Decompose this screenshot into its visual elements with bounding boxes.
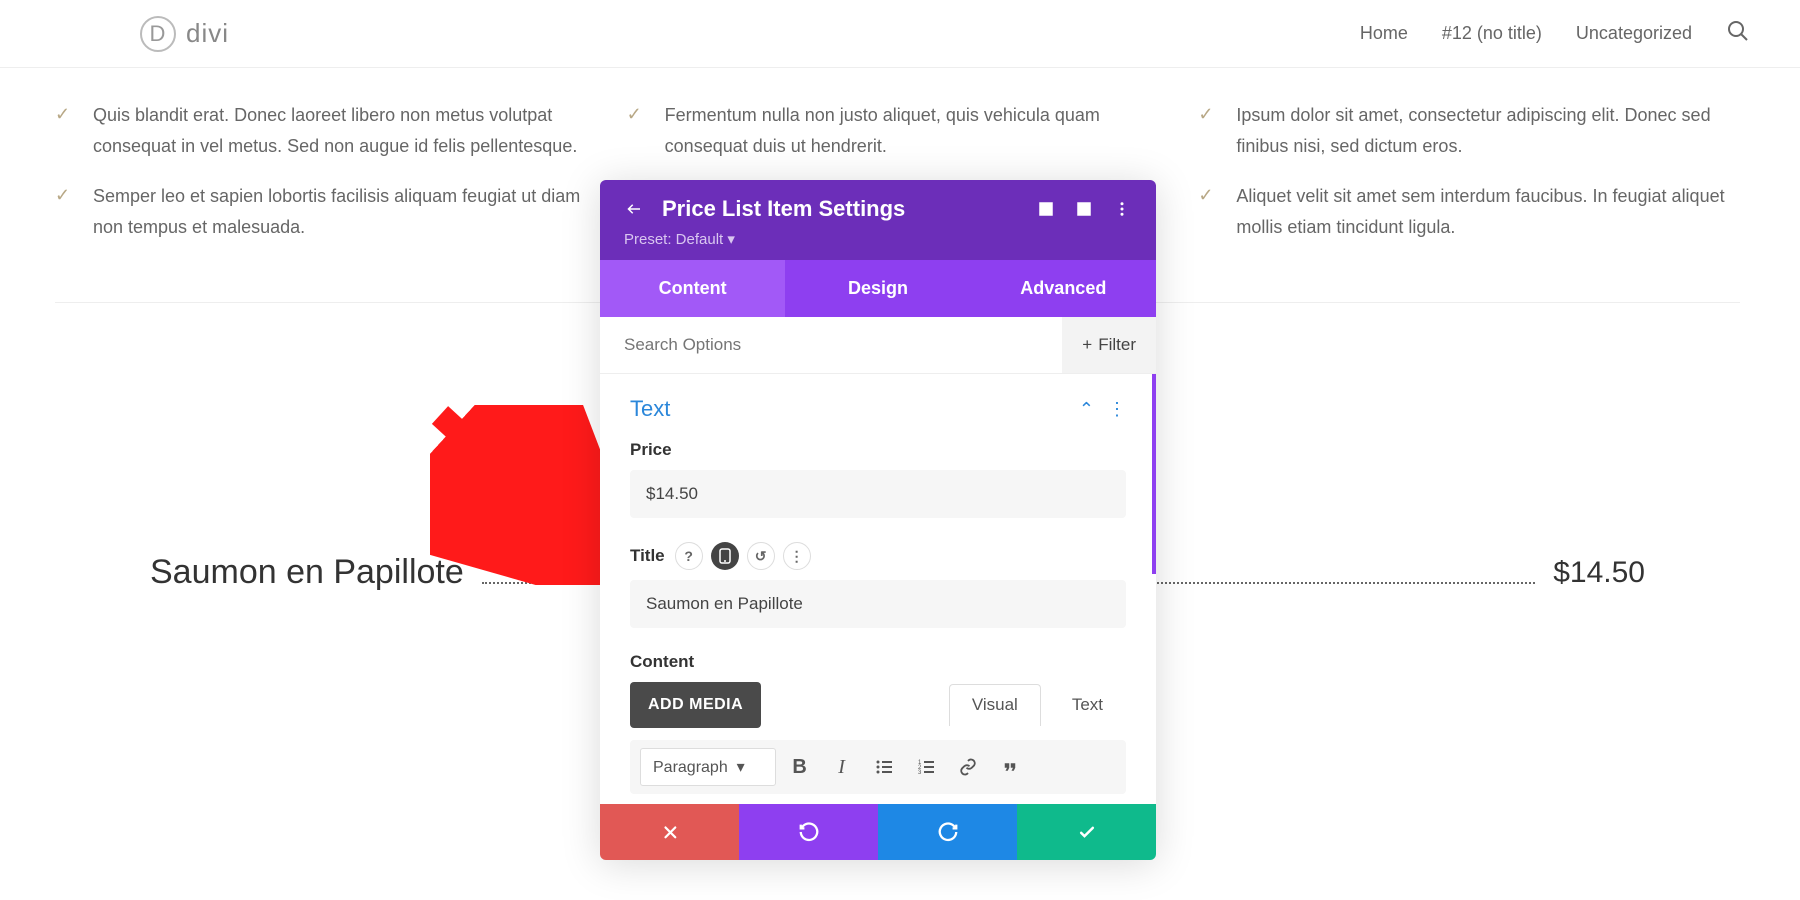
list-item: ✓ Ipsum dolor sit amet, consectetur adip…	[1198, 100, 1740, 161]
check-icon: ✓	[55, 104, 75, 161]
snap-icon[interactable]	[1074, 199, 1094, 219]
price-input[interactable]	[630, 470, 1126, 518]
annotation-arrow	[430, 405, 610, 590]
modal-footer	[600, 804, 1156, 860]
save-button[interactable]	[1017, 804, 1156, 860]
check-icon: ✓	[1198, 104, 1218, 161]
tab-design[interactable]: Design	[785, 260, 970, 317]
back-icon[interactable]	[624, 199, 644, 219]
format-value: Paragraph	[653, 759, 728, 776]
modal-tabs: Content Design Advanced	[600, 260, 1156, 317]
preset-selector[interactable]: Preset: Default ▾	[624, 230, 1132, 248]
feature-col-1: ✓ Quis blandit erat. Donec laoreet liber…	[55, 100, 597, 262]
add-media-button[interactable]: ADD MEDIA	[630, 682, 761, 728]
nav-item-12[interactable]: #12 (no title)	[1442, 23, 1542, 44]
list-item: ✓ Aliquet velit sit amet sem interdum fa…	[1198, 181, 1740, 242]
primary-nav: Home #12 (no title) Uncategorized	[1360, 19, 1750, 48]
format-select[interactable]: Paragraph ▾	[640, 748, 776, 786]
title-input[interactable]	[630, 580, 1126, 628]
list-item: ✓ Quis blandit erat. Donec laoreet liber…	[55, 100, 597, 161]
feature-text: Aliquet velit sit amet sem interdum fauc…	[1236, 181, 1740, 242]
logo-text: divi	[186, 18, 229, 49]
search-input[interactable]	[600, 317, 1062, 373]
content-label: Content	[630, 652, 1126, 672]
feature-text: Quis blandit erat. Donec laoreet libero …	[93, 100, 597, 161]
media-row: ADD MEDIA Visual Text	[630, 682, 1126, 728]
price-item-title: Saumon en Papillote	[150, 553, 464, 592]
tab-content[interactable]: Content	[600, 260, 785, 317]
help-icon[interactable]: ?	[675, 542, 703, 570]
editor-tab-visual[interactable]: Visual	[949, 684, 1041, 726]
scrollbar[interactable]	[1152, 374, 1156, 574]
numbered-list-button[interactable]: 123	[908, 749, 944, 785]
feature-text: Semper leo et sapien lobortis facilisis …	[93, 181, 597, 242]
check-icon: ✓	[1198, 185, 1218, 242]
section-header[interactable]: Text ⌃ ⋮	[630, 396, 1126, 422]
modal-title: Price List Item Settings	[662, 196, 1018, 222]
feature-text: Ipsum dolor sit amet, consectetur adipis…	[1236, 100, 1740, 161]
svg-text:3: 3	[918, 770, 922, 776]
wysiwyg-toolbar: Paragraph ▾ B I 123	[630, 740, 1126, 794]
search-icon[interactable]	[1726, 19, 1750, 48]
bullet-list-button[interactable]	[866, 749, 902, 785]
italic-button[interactable]: I	[824, 749, 860, 785]
editor-tab-text[interactable]: Text	[1049, 684, 1126, 726]
list-item: ✓ Semper leo et sapien lobortis facilisi…	[55, 181, 597, 242]
list-item: ✓ Fermentum nulla non justo aliquet, qui…	[627, 100, 1169, 161]
price-label: Price	[630, 440, 1126, 460]
check-icon: ✓	[627, 104, 647, 161]
site-header: D divi Home #12 (no title) Uncategorized	[0, 0, 1800, 68]
field-more-icon[interactable]: ⋮	[783, 542, 811, 570]
feature-col-3: ✓ Ipsum dolor sit amet, consectetur adip…	[1198, 100, 1740, 262]
nav-uncategorized[interactable]: Uncategorized	[1576, 23, 1692, 44]
section-controls: ⌃ ⋮	[1079, 399, 1126, 420]
plus-icon: +	[1082, 335, 1092, 355]
bold-button[interactable]: B	[782, 749, 818, 785]
settings-modal: Price List Item Settings Preset: Default…	[600, 180, 1156, 860]
expand-icon[interactable]	[1036, 199, 1056, 219]
cancel-button[interactable]	[600, 804, 739, 860]
quote-button[interactable]	[992, 749, 1028, 785]
link-button[interactable]	[950, 749, 986, 785]
filter-label: Filter	[1098, 335, 1136, 355]
redo-button[interactable]	[878, 804, 1017, 860]
editor-mode-tabs: Visual Text	[949, 684, 1126, 726]
feature-text: Fermentum nulla non justo aliquet, quis …	[665, 100, 1169, 161]
search-row: + Filter	[600, 317, 1156, 374]
settings-panel: Text ⌃ ⋮ Price Title ? ↺ ⋮ Content ADD M…	[600, 374, 1156, 804]
title-label-text: Title	[630, 546, 665, 566]
tab-advanced[interactable]: Advanced	[971, 260, 1156, 317]
site-logo[interactable]: D divi	[140, 16, 229, 52]
undo-button[interactable]	[739, 804, 878, 860]
nav-home[interactable]: Home	[1360, 23, 1408, 44]
price-item-value: $14.50	[1553, 556, 1645, 590]
filter-button[interactable]: + Filter	[1062, 317, 1156, 373]
title-label: Title ? ↺ ⋮	[630, 542, 1126, 570]
more-icon[interactable]	[1112, 199, 1132, 219]
collapse-icon[interactable]: ⌃	[1079, 399, 1094, 420]
responsive-icon[interactable]	[711, 542, 739, 570]
section-more-icon[interactable]: ⋮	[1108, 399, 1126, 420]
check-icon: ✓	[55, 185, 75, 242]
logo-icon: D	[140, 16, 176, 52]
modal-header[interactable]: Price List Item Settings Preset: Default…	[600, 180, 1156, 260]
section-title: Text	[630, 396, 1079, 422]
reset-icon[interactable]: ↺	[747, 542, 775, 570]
